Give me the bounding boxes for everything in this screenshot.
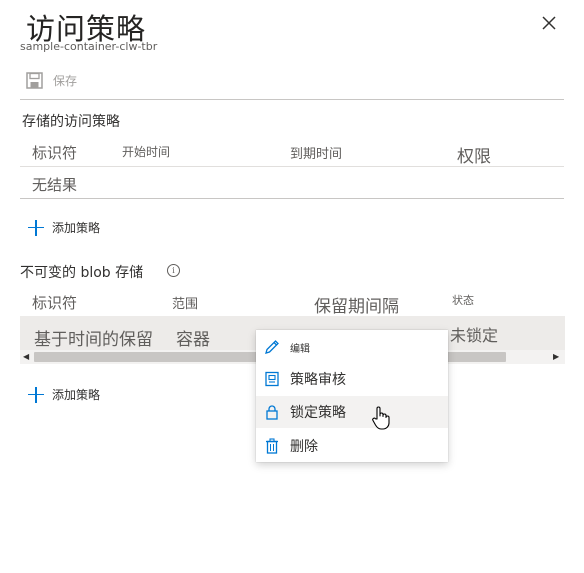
- table-divider: [20, 198, 564, 199]
- column-header-status: 状态: [452, 294, 474, 307]
- column-header-retention-interval: 保留期间隔: [314, 297, 399, 317]
- row-identifier: 基于时间的保留: [34, 330, 153, 350]
- menu-item-lock-policy[interactable]: 锁定策略: [256, 396, 448, 430]
- column-header-expiry-time: 到期时间: [290, 147, 343, 162]
- immutable-storage-heading: 不可变的 blob 存储: [20, 265, 144, 281]
- add-policy-label: 添加策略: [52, 221, 101, 235]
- plus-icon: [28, 386, 44, 403]
- toolbar-divider: [20, 99, 564, 100]
- add-immutable-policy-button[interactable]: 添加策略: [28, 386, 100, 403]
- menu-item-label: 策略审核: [290, 372, 346, 388]
- column-header-identifier: 标识符: [32, 294, 78, 312]
- page-subtitle: sample-container-clw-tbr: [20, 40, 158, 53]
- close-icon: [542, 16, 556, 30]
- scroll-right-icon[interactable]: ▶: [553, 352, 559, 361]
- save-button[interactable]: 保存: [26, 70, 77, 90]
- column-header-scope: 范围: [172, 297, 199, 312]
- save-icon: [26, 71, 43, 89]
- menu-item-label: 锁定策略: [290, 405, 346, 421]
- add-stored-policy-button[interactable]: 添加策略: [28, 219, 100, 236]
- plus-icon: [28, 219, 44, 236]
- save-label: 保存: [53, 73, 78, 88]
- trash-icon: [266, 438, 278, 454]
- audit-icon: [265, 371, 279, 387]
- context-menu: 编辑 策略审核 锁定策略 删除: [256, 330, 448, 462]
- stored-policies-heading: 存储的访问策略: [22, 114, 120, 130]
- scroll-left-icon[interactable]: ◀: [23, 352, 29, 361]
- row-status: 未锁定: [450, 326, 499, 345]
- pencil-icon: [265, 340, 279, 354]
- menu-item-label: 编辑: [290, 343, 310, 355]
- close-button[interactable]: [538, 12, 560, 34]
- menu-item-delete[interactable]: 删除: [256, 430, 448, 462]
- lock-icon: [266, 405, 278, 420]
- menu-item-edit[interactable]: 编辑: [256, 331, 448, 363]
- table-header-divider: [20, 166, 564, 167]
- hand-cursor-icon: [372, 406, 390, 430]
- column-header-permissions: 权限: [457, 147, 491, 167]
- empty-result-text: 无结果: [32, 176, 78, 194]
- menu-item-label: 删除: [290, 439, 318, 455]
- column-header-start-time: 开始时间: [122, 145, 171, 159]
- info-icon[interactable]: i: [167, 264, 180, 277]
- menu-item-policy-audit[interactable]: 策略审核: [256, 363, 448, 395]
- row-scope: 容器: [176, 330, 210, 350]
- add-policy-label: 添加策略: [52, 388, 101, 402]
- column-header-identifier: 标识符: [32, 144, 78, 162]
